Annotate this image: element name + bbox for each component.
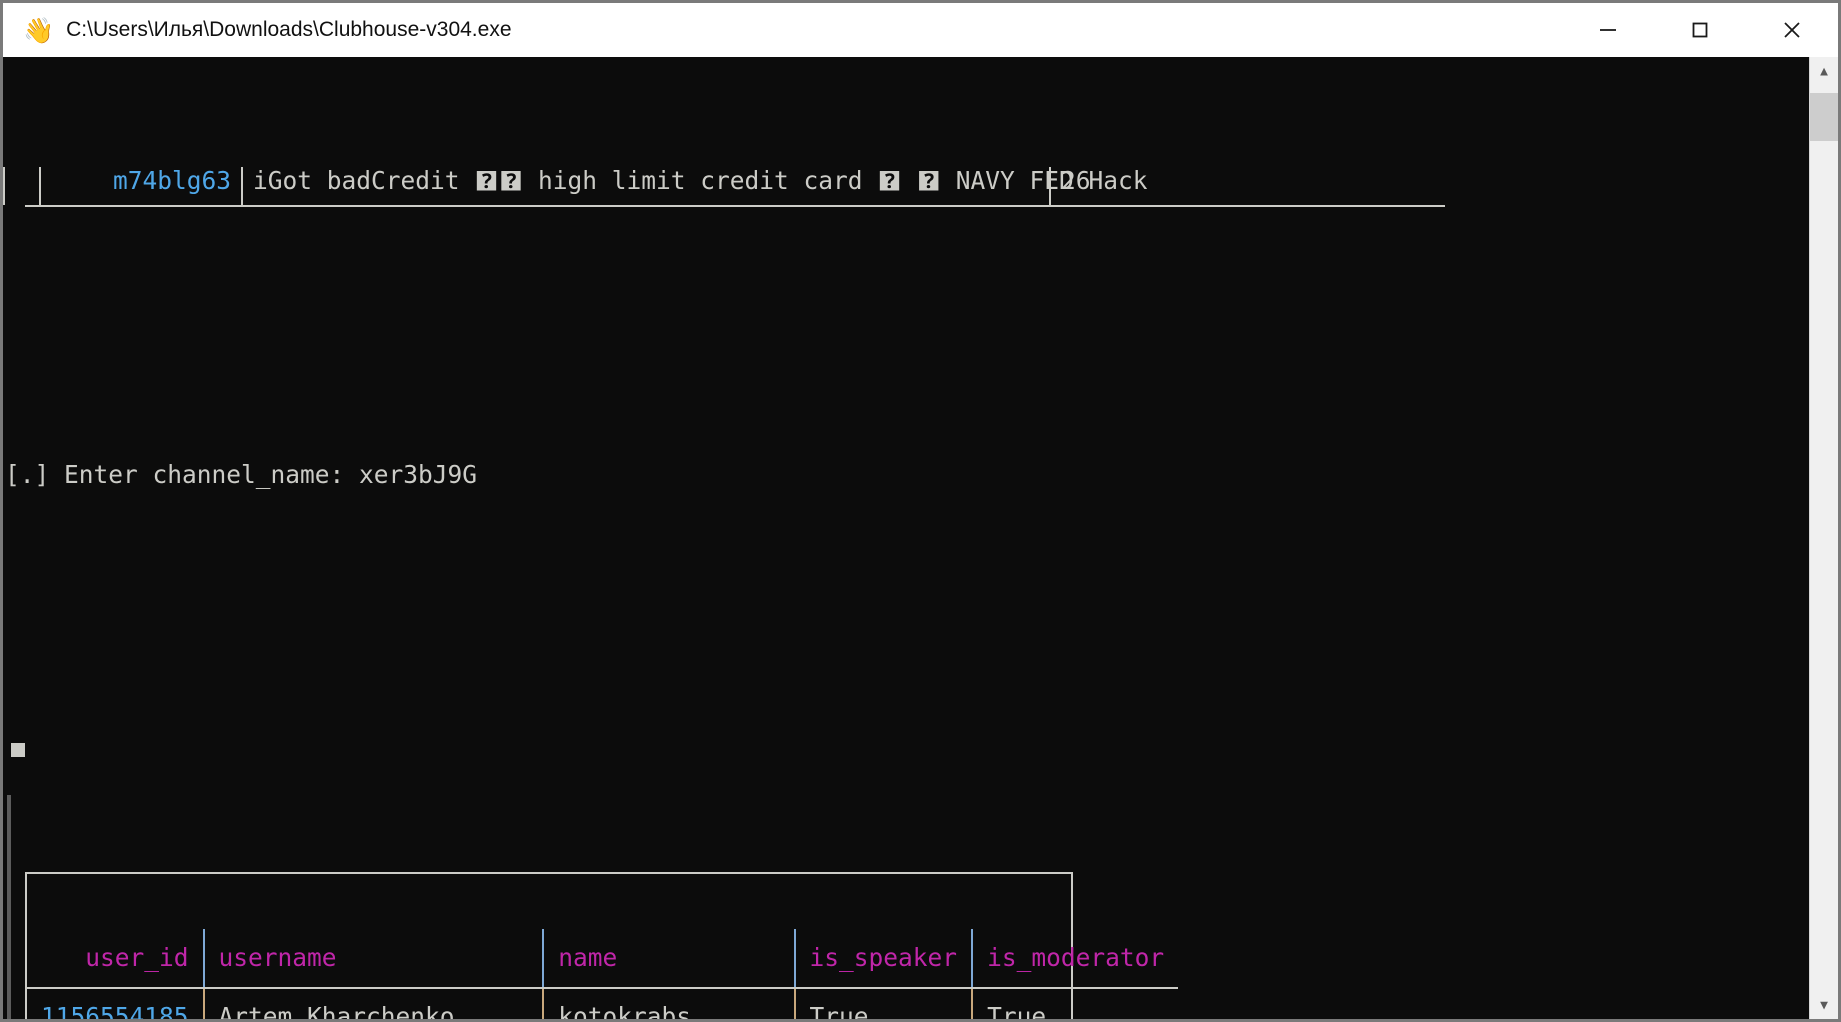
cell-name: kotokrabs [543, 988, 796, 1019]
title-bar-left: 👋 C:\Users\Илья\Downloads\Clubhouse-v304… [3, 18, 1562, 43]
minimize-button[interactable] [1562, 3, 1654, 57]
scroll-up-button[interactable]: ▲ [1810, 57, 1838, 85]
close-button[interactable] [1746, 3, 1838, 57]
maximize-button[interactable] [1654, 3, 1746, 57]
column-header-username: username [203, 929, 545, 990]
column-header-is-moderator: is_moderator [972, 929, 1179, 990]
window-title: C:\Users\Илья\Downloads\Clubhouse-v304.e… [66, 18, 512, 41]
column-header-user-id: user_id [27, 929, 205, 990]
title-bar[interactable]: 👋 C:\Users\Илья\Downloads\Clubhouse-v304… [3, 3, 1838, 57]
terminal-window: 👋 C:\Users\Илья\Downloads\Clubhouse-v304… [0, 0, 1841, 1022]
cell-is-speaker: True [794, 988, 974, 1019]
column-header-is-speaker: is_speaker [794, 929, 974, 990]
fragment-border [3, 166, 5, 205]
table-header-row: user_id username name is_speaker is_mode… [27, 929, 1179, 990]
members-table-grid: user_id username name is_speaker is_mode… [27, 929, 1179, 1019]
cell-uid: 1156554185 [27, 988, 205, 1019]
table-row: 1156554185 Artem Kharchenko kotokrabs True T… [27, 988, 1178, 1019]
fragment-channel-id: m74blg63 [112, 166, 231, 195]
window-controls [1562, 3, 1838, 57]
cell-is-moderator: True [987, 1002, 1047, 1019]
vertical-scrollbar[interactable]: ▲ ▼ [1809, 57, 1838, 1019]
scrollbar-track[interactable] [1810, 85, 1838, 991]
column-header-name: name [543, 929, 796, 990]
left-edge-indicator [7, 795, 11, 1019]
table-body: 1156554185 Artem Kharchenko kotokrabs True T… [27, 988, 1178, 1019]
scroll-down-button[interactable]: ▼ [1810, 991, 1838, 1019]
cell-username: Artem Kharchenko [203, 988, 545, 1019]
selection-marker [11, 743, 25, 758]
raised-hand-icon: 👋 [23, 15, 55, 45]
console-area: m74blg63 iGot badCredit 🯄🯄 high limit cr… [3, 57, 1838, 1019]
fragment-count: 26 [1061, 166, 1091, 195]
channel-prompt-line: [.] Enter channel_name: xer3bJ9G [5, 460, 478, 490]
fragment-row: m74blg63 iGot badCredit 🯄🯄 high limit cr… [3, 166, 1191, 205]
fragment-bottom-rule [25, 204, 1445, 207]
terminal-buffer: m74blg63 iGot badCredit 🯄🯄 high limit cr… [3, 57, 1809, 1019]
scrollbar-thumb[interactable] [1810, 93, 1838, 141]
terminal-output[interactable]: m74blg63 iGot badCredit 🯄🯄 high limit cr… [3, 57, 1809, 1019]
table-header: user_id username name is_speaker is_mode… [27, 929, 1179, 990]
fragment-topic: iGot badCredit 🯄🯄 high limit credit card… [253, 166, 1148, 195]
previous-table-fragment: m74blg63 iGot badCredit 🯄🯄 high limit cr… [3, 166, 1809, 215]
members-table: user_id username name is_speaker is_mode… [25, 872, 1179, 1019]
